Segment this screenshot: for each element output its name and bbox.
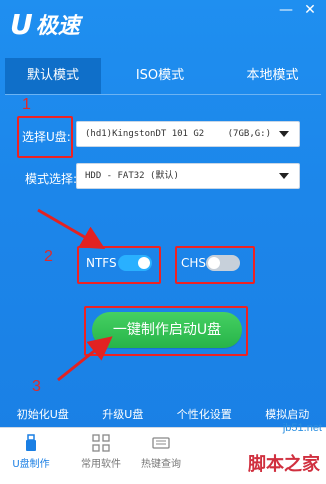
- footer-item-hotkey[interactable]: 热键查询: [126, 434, 196, 470]
- annotation-number-1: 1: [22, 96, 31, 113]
- title-bar: U 极速 — ✕: [0, 0, 326, 52]
- minimize-icon[interactable]: —: [278, 2, 294, 18]
- watermark-site: jb51.net: [282, 422, 322, 434]
- window-controls: — ✕: [278, 2, 318, 18]
- tab-local-mode[interactable]: 本地模式: [219, 58, 326, 94]
- toggle-knob: [208, 257, 220, 269]
- mode-select[interactable]: HDD - FAT32 (默认): [76, 163, 300, 189]
- usb-icon: [26, 434, 36, 451]
- usb-select-label: 选择U盘:: [22, 130, 71, 144]
- bottom-links: 初始化U盘 升级U盘 个性化设置 模拟启动: [0, 406, 326, 421]
- annotation-number-2: 2: [44, 248, 53, 265]
- simulate-boot-link[interactable]: 模拟启动: [265, 406, 309, 421]
- app-window: U 极速 — ✕ 默认模式 ISO模式 本地模式 1 2 3 选择U盘: (hd…: [0, 0, 326, 484]
- toggle-knob: [138, 257, 150, 269]
- logo-text: 极速: [35, 14, 80, 39]
- chevron-down-icon: [279, 173, 289, 179]
- logo-u: U: [10, 7, 33, 41]
- ntfs-toggle[interactable]: [118, 255, 152, 271]
- grid-icon: [92, 434, 110, 452]
- mode-tabs: 默认模式 ISO模式 本地模式: [0, 58, 326, 94]
- watermark-text: 脚本之家: [248, 454, 320, 475]
- keyboard-icon: [152, 437, 170, 449]
- footer-label-common-software: 常用软件: [81, 459, 121, 470]
- upgrade-usb-link[interactable]: 升级U盘: [102, 406, 143, 421]
- footer-label-usb-make: U盘制作: [12, 459, 50, 470]
- tab-default-mode[interactable]: 默认模式: [5, 58, 101, 94]
- mode-select-value: HDD - FAT32 (默认): [85, 171, 179, 181]
- close-icon[interactable]: ✕: [302, 2, 318, 18]
- app-logo: U 极速: [10, 6, 80, 42]
- init-usb-link[interactable]: 初始化U盘: [17, 406, 69, 421]
- personalize-link[interactable]: 个性化设置: [177, 406, 232, 421]
- usb-select-value: (hd1)KingstonDT 101 G2: [85, 129, 205, 139]
- usb-capacity: (7GB,G:): [227, 129, 271, 139]
- mode-select-label: 模式选择:: [25, 172, 78, 186]
- chs-toggle[interactable]: [206, 255, 240, 271]
- make-bootable-usb-button[interactable]: 一键制作启动U盘: [92, 312, 242, 348]
- chs-label: CHS: [181, 256, 207, 270]
- ntfs-label: NTFS: [86, 256, 117, 270]
- tab-iso-mode[interactable]: ISO模式: [101, 58, 219, 94]
- footer-item-usb-make[interactable]: U盘制作: [0, 434, 66, 470]
- footer-label-hotkey: 热键查询: [141, 459, 181, 470]
- chevron-down-icon: [279, 131, 289, 137]
- usb-select[interactable]: (hd1)KingstonDT 101 G2 (7GB,G:): [76, 121, 300, 147]
- annotation-number-3: 3: [32, 378, 41, 395]
